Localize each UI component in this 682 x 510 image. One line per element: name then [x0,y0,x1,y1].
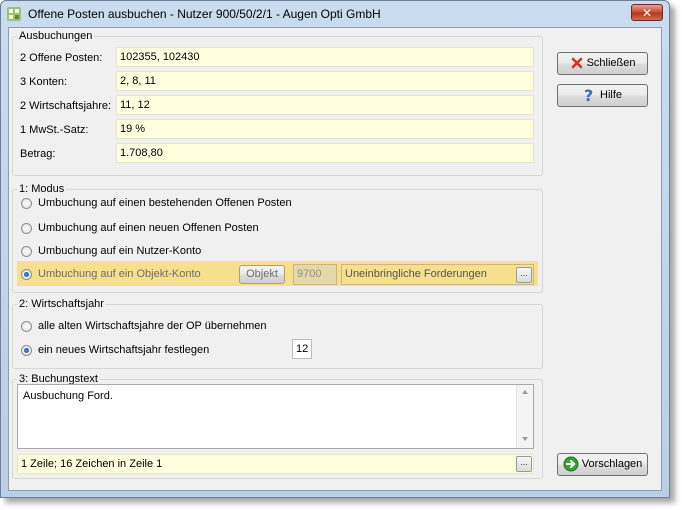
radio-label: ein neues Wirtschaftsjahr festlegen [38,344,210,356]
objekt-lookup-button[interactable]: ... [516,267,532,283]
dialog-window: Offene Posten ausbuchen - Nutzer 900/50/… [0,0,670,498]
close-x-icon [571,57,582,69]
schliessen-label: Schließen [586,57,636,69]
vorschlagen-button[interactable]: Vorschlagen [557,453,648,476]
group-modus-title: 1: Modus [17,183,67,195]
svg-text:?: ? [584,87,593,103]
window-close-button[interactable]: ✕ [631,4,663,21]
vorschlagen-label: Vorschlagen [581,458,643,470]
label-mwst-satz: 1 MwSt.-Satz: [20,124,89,136]
label-wirtschaftsjahre: 2 Wirtschaftsjahre: [20,100,112,112]
buchungstext-textarea[interactable]: Ausbuchung Ford. [17,384,534,449]
textarea-scrollbar[interactable] [516,385,533,448]
radio-button[interactable] [21,223,32,234]
wirtschaftsjahr-input[interactable]: 12 [292,339,312,359]
radio-label: Umbuchung auf ein Objekt-Konto [38,268,201,280]
label-konten: 3 Konten: [20,76,68,88]
hilfe-label: Hilfe [600,89,623,101]
label-offene-posten: 2 Offene Posten: [20,52,103,64]
hilfe-button[interactable]: ? Hilfe [557,84,648,107]
radio-button[interactable] [21,198,32,209]
radio-label: Umbuchung auf einen neuen Offenen Posten [38,222,259,234]
radio-objekt-konto[interactable]: Umbuchung auf ein Objekt-Konto [21,266,241,284]
field-offene-posten[interactable]: 102355, 102430 [116,47,534,67]
scroll-up-arrow-icon[interactable] [522,390,528,394]
radio-label: Umbuchung auf ein Nutzer-Konto [38,245,202,257]
radio-button-checked[interactable] [21,269,32,280]
label-betrag: Betrag: [20,148,56,160]
buchungstext-status: 1 Zeile; 16 Zeichen in Zeile 1 [17,454,534,474]
field-wirtschaftsjahre[interactable]: 11, 12 [116,95,534,115]
radio-button-checked[interactable] [21,345,32,356]
dialog-client-area: Ausbuchungen 2 Offene Posten: 102355, 10… [8,27,662,491]
radio-button[interactable] [21,321,32,332]
scroll-down-arrow-icon[interactable] [522,437,528,441]
buchungstext-lookup-button[interactable]: ... [516,456,532,472]
window-title: Offene Posten ausbuchen - Nutzer 900/50/… [28,7,381,21]
group-ausbuchungen-title: Ausbuchungen [17,30,95,42]
radio-alte-wirtschaftsjahre[interactable]: alle alten Wirtschaftsjahre der OP übern… [21,318,341,336]
radio-label: Umbuchung auf einen bestehenden Offenen … [38,197,292,209]
group-wirtschaftsjahr-title: 2: Wirtschaftsjahr [17,298,106,310]
radio-neues-wirtschaftsjahr[interactable]: ein neues Wirtschaftsjahr festlegen [21,342,281,360]
radio-nutzer-konto[interactable]: Umbuchung auf ein Nutzer-Konto [21,243,341,261]
field-konten[interactable]: 2, 8, 11 [116,71,534,91]
arrow-right-green-icon [563,456,579,472]
objekt-number-field[interactable]: 9700 [293,264,337,285]
schliessen-button[interactable]: Schließen [557,52,648,75]
buchungstext-text: Ausbuchung Ford. [23,390,113,402]
title-bar[interactable]: Offene Posten ausbuchen - Nutzer 900/50/… [1,1,669,27]
objekt-name-field: Uneinbringliche Forderungen [341,264,534,285]
radio-button[interactable] [21,246,32,257]
field-mwst-satz[interactable]: 19 % [116,119,534,139]
radio-neuer-op[interactable]: Umbuchung auf einen neuen Offenen Posten [21,220,341,238]
radio-label: alle alten Wirtschaftsjahre der OP übern… [38,320,267,332]
app-icon [7,7,21,21]
help-question-icon: ? [584,87,593,103]
objekt-button[interactable]: Objekt [239,265,285,284]
radio-bestehender-op[interactable]: Umbuchung auf einen bestehenden Offenen … [21,195,341,213]
field-betrag[interactable]: 1.708,80 [116,143,534,163]
